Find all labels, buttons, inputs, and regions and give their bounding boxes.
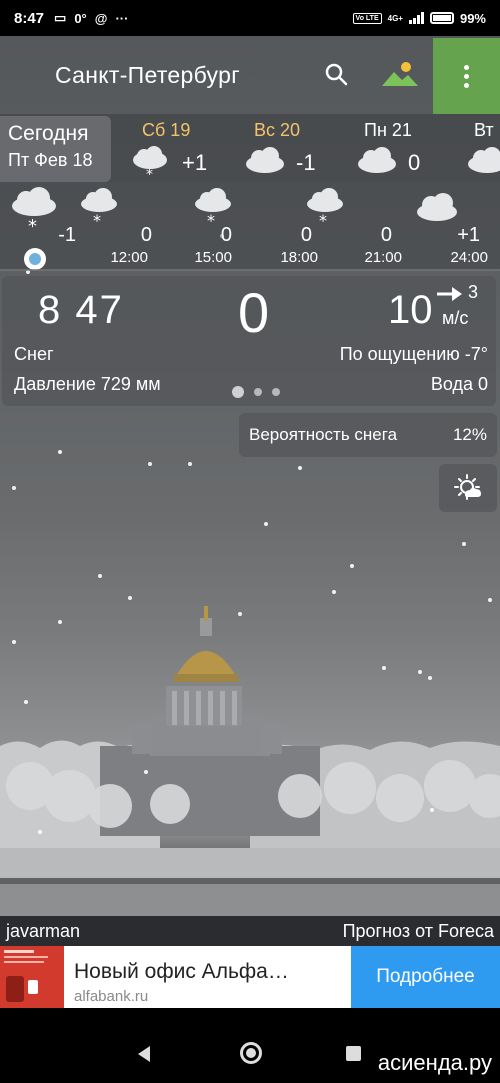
- volte-badge: Vo LTE: [352, 12, 382, 24]
- hour-time: 15:00: [194, 249, 232, 266]
- cloud-snow-icon: *: [133, 146, 167, 180]
- cloud-icon: [246, 147, 284, 173]
- status-bar: 8:47 ▭ 0° @ ··· Vo LTE 4G+ 99%: [0, 0, 500, 36]
- menu-dot-icon: [464, 73, 469, 79]
- hour-time: 12:00: [110, 249, 148, 266]
- home-icon[interactable]: [240, 1042, 262, 1064]
- snow-probability-label: Вероятность снега: [249, 425, 398, 444]
- at-icon: @: [94, 10, 108, 26]
- day-tab-tue[interactable]: Вт: [466, 118, 500, 182]
- today-tab[interactable]: Сегодня Пт Фев 18: [0, 116, 111, 182]
- snow-probability: Вероятность снега 12%: [239, 413, 497, 457]
- cloud-icon: [417, 193, 457, 221]
- day-name: Пн 21: [364, 120, 412, 140]
- cloud-icon: [468, 147, 500, 173]
- more-icon: ···: [115, 10, 129, 26]
- current-time-indicator: [24, 248, 46, 270]
- hour-time: 24:00: [450, 249, 488, 266]
- sun-cloud-icon: [454, 474, 481, 500]
- wind-direction-arrow-icon: [437, 287, 462, 301]
- cloud-snow-icon: *: [195, 188, 231, 226]
- page-dot: [254, 388, 262, 396]
- navigation-bar: асиенда.ру: [0, 1008, 500, 1083]
- hour-time: 21:00: [364, 249, 402, 266]
- day-name: Вс 20: [254, 120, 301, 140]
- page-indicator[interactable]: [232, 386, 280, 398]
- day-name: Вт: [474, 120, 494, 140]
- svg-text:*: *: [319, 211, 327, 226]
- svg-text:*: *: [146, 167, 153, 180]
- pressure-text: Давление 729 мм: [14, 374, 161, 394]
- day-tab-sat[interactable]: Сб 19 * +1: [130, 118, 220, 182]
- today-date: Пт Фев 18: [8, 150, 93, 170]
- city-title[interactable]: Санкт-Петербург: [55, 62, 240, 89]
- signal-icon: [408, 12, 424, 24]
- hour-temp: -1: [58, 224, 76, 246]
- wind-gust-value: 3: [468, 282, 479, 302]
- day-temp: +1: [182, 150, 208, 175]
- current-conditions-card[interactable]: 8 47 0 10 3 м/с Снег По ощущению -7° Дав…: [2, 276, 496, 406]
- page-dot: [272, 388, 280, 396]
- today-label: Сегодня: [8, 122, 89, 145]
- wind-speed: 10: [388, 288, 433, 332]
- hourly-forecast[interactable]: * -1 * 0 12:00 * 0 15:00 * 0 18:00 0 21:…: [0, 182, 500, 270]
- ad-url[interactable]: alfabank.ru: [74, 988, 148, 1005]
- hour-temp: 0: [380, 224, 392, 246]
- day-name: Сб 19: [142, 120, 191, 140]
- background-picker-button[interactable]: [380, 58, 420, 90]
- landscape-icon: [382, 62, 418, 86]
- credits-bar: javarman Прогноз от Foreca: [0, 916, 500, 946]
- status-time: 8:47: [14, 9, 45, 27]
- day-temp: 0: [408, 150, 421, 175]
- feels-like-text: По ощущению -7°: [339, 344, 488, 364]
- menu-dot-icon: [464, 64, 469, 70]
- day-tab-sun[interactable]: Вс 20 -1: [244, 118, 334, 182]
- snow-probability-value: 12%: [452, 425, 487, 444]
- sun-info-button[interactable]: [439, 464, 497, 512]
- wind-unit: м/с: [442, 308, 469, 328]
- battery-icon: [429, 12, 454, 24]
- overflow-menu-button[interactable]: [433, 38, 500, 114]
- forecast-source[interactable]: Прогноз от Foreca: [343, 921, 494, 942]
- ad-banner[interactable]: Новый офис Альфа… alfabank.ru Подробнее: [0, 946, 500, 1008]
- ad-cta-button[interactable]: Подробнее: [351, 946, 500, 1008]
- condition-text: Снег: [14, 344, 54, 364]
- current-temperature: 0: [238, 281, 270, 344]
- photo-author[interactable]: javarman: [6, 921, 80, 942]
- hour-time: 18:00: [280, 249, 318, 266]
- network-type: 4G+: [387, 13, 403, 23]
- day-temp: -1: [296, 150, 316, 175]
- cloud-snow-icon: *: [81, 188, 117, 226]
- page-dot-active: [232, 386, 244, 398]
- days-strip: Сегодня Пт Фев 18 Сб 19 * +1 Вс 20 -1 Пн…: [0, 114, 500, 182]
- ad-thumbnail: [0, 946, 64, 1008]
- status-indicators: Vo LTE 4G+ 99%: [352, 10, 486, 26]
- hour-temp: 0: [300, 224, 312, 246]
- search-button[interactable]: [322, 60, 352, 90]
- hour-temp: 0: [140, 224, 152, 246]
- search-icon: [325, 63, 348, 86]
- app-bar: Санкт-Петербург: [0, 36, 500, 114]
- hour-temp: 0: [220, 224, 232, 246]
- back-icon[interactable]: [136, 1045, 152, 1063]
- menu-dot-icon: [464, 82, 469, 88]
- cloud-snow-icon: *: [307, 188, 343, 226]
- water-text: Вода 0: [430, 374, 488, 394]
- current-time: 8 47: [38, 288, 124, 332]
- battery-level: 99%: [459, 10, 486, 26]
- hour-temp: +1: [457, 224, 480, 246]
- message-icon: ▭: [54, 10, 67, 25]
- cloud-icon: [358, 147, 396, 173]
- watermark: асиенда.ру: [377, 1050, 492, 1075]
- recent-apps-icon[interactable]: [346, 1046, 361, 1061]
- timeline-divider: [0, 269, 500, 271]
- day-tab-mon[interactable]: Пн 21 0: [356, 118, 446, 182]
- ad-title[interactable]: Новый офис Альфа…: [74, 960, 289, 984]
- temperature-badge: 0°: [74, 10, 87, 26]
